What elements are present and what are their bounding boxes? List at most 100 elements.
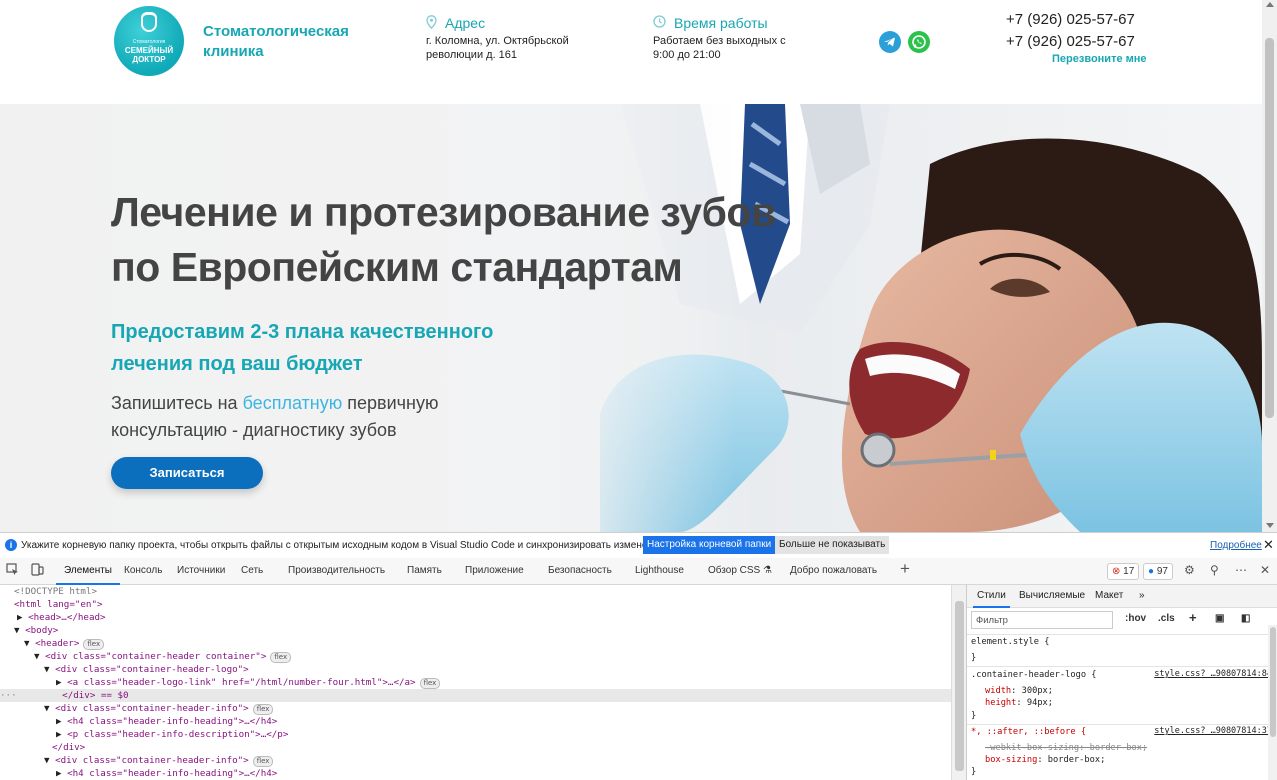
sidebar-toggle-icon[interactable]: ◧ bbox=[1241, 613, 1250, 624]
collapse-arrow-icon[interactable]: ▼ bbox=[14, 625, 20, 636]
class-toggle[interactable]: .cls bbox=[1158, 613, 1175, 624]
dom-node[interactable]: ▼ <div class="container-header-info"> fle… bbox=[44, 754, 274, 767]
expand-arrow-icon[interactable]: ▶ bbox=[17, 612, 23, 623]
dom-node[interactable]: <html lang="en"> bbox=[14, 598, 103, 611]
tab-application[interactable]: Приложение bbox=[465, 558, 524, 583]
page-scrollbar[interactable] bbox=[1262, 0, 1277, 532]
rule-source-link[interactable]: style.css? …90807814:37 bbox=[1154, 726, 1272, 736]
scroll-up-icon[interactable] bbox=[1266, 2, 1274, 7]
expand-arrow-icon[interactable]: ▶ bbox=[56, 716, 62, 727]
page-viewport: Стоматология СЕМЕЙНЫЙ ДОКТОР Стоматологи… bbox=[0, 0, 1277, 532]
more-tabs-icon[interactable]: » bbox=[1139, 585, 1145, 606]
hero-title-line2: по Европейским стандартам bbox=[111, 244, 683, 290]
phone-number-1[interactable]: +7 (926) 025-57-67 bbox=[1006, 11, 1135, 28]
hero-subtitle-line1: Предоставим 2-3 плана качественного bbox=[111, 321, 494, 343]
dom-node[interactable]: ▼ <div class="container-header container… bbox=[34, 650, 292, 663]
tab-welcome[interactable]: Добро пожаловать bbox=[790, 558, 877, 583]
dom-node-selected[interactable]: ··· </div> == $0 bbox=[0, 689, 129, 702]
clinic-logo[interactable]: Стоматология СЕМЕЙНЫЙ ДОКТОР bbox=[114, 6, 184, 76]
tab-computed[interactable]: Вычисляемые bbox=[1019, 585, 1085, 606]
messages-count: 97 bbox=[1156, 566, 1168, 577]
device-toolbar-icon[interactable] bbox=[31, 563, 44, 579]
tab-console[interactable]: Консоль bbox=[124, 558, 162, 583]
collapse-arrow-icon[interactable]: ▼ bbox=[44, 755, 50, 766]
tab-security[interactable]: Безопасность bbox=[548, 558, 612, 583]
flex-badge[interactable]: flex bbox=[419, 678, 441, 689]
dom-node[interactable]: ▶ <head>…</head> bbox=[17, 611, 106, 624]
flex-badge[interactable]: flex bbox=[270, 652, 292, 663]
elements-scrollbar[interactable] bbox=[951, 585, 967, 780]
dom-node[interactable]: ▶ <h4 class="header-info-heading">…</h4> bbox=[56, 767, 277, 780]
learn-more-link[interactable]: Подробнее bbox=[1210, 540, 1262, 551]
flex-badge[interactable]: flex bbox=[252, 756, 274, 767]
rule-close: } bbox=[971, 653, 977, 663]
signup-button[interactable]: Записаться bbox=[111, 457, 263, 489]
rule-selector[interactable]: .container-header-logo { bbox=[971, 669, 1097, 682]
expand-arrow-icon[interactable]: ▶ bbox=[56, 768, 62, 779]
tab-elements[interactable]: Элементы bbox=[56, 558, 120, 585]
close-icon[interactable]: ✕ bbox=[1263, 537, 1274, 553]
dentist-patient-photo bbox=[560, 104, 1262, 532]
page-scrollbar-thumb[interactable] bbox=[1265, 38, 1274, 418]
dom-node[interactable]: </div> bbox=[52, 741, 85, 754]
settings-gear-icon[interactable]: ⚙ bbox=[1184, 563, 1195, 577]
styles-filter-input[interactable]: Фильтр bbox=[971, 611, 1113, 629]
tab-styles[interactable]: Стили bbox=[973, 585, 1010, 608]
elements-scrollbar-thumb[interactable] bbox=[955, 601, 964, 771]
collapse-arrow-icon[interactable]: ▼ bbox=[44, 664, 50, 675]
collapse-arrow-icon[interactable]: ▼ bbox=[24, 638, 30, 649]
logo-line1: СЕМЕЙНЫЙ bbox=[124, 46, 174, 55]
dom-node[interactable]: ▼ <body> bbox=[14, 624, 58, 637]
location-pin-icon bbox=[426, 14, 437, 32]
dom-node[interactable]: ▶ <h4 class="header-info-heading">…</h4> bbox=[56, 715, 277, 728]
telegram-icon[interactable] bbox=[879, 31, 901, 53]
dom-node-text: <div class="container-header-logo"> bbox=[55, 664, 249, 675]
phone-number-2[interactable]: +7 (926) 025-57-67 bbox=[1006, 33, 1135, 50]
customize-icon[interactable]: ⚲ bbox=[1210, 563, 1219, 577]
dom-node[interactable]: <!DOCTYPE html> bbox=[14, 585, 97, 598]
flex-badge[interactable]: flex bbox=[252, 704, 274, 715]
rule-selector[interactable]: *, ::after, ::before { bbox=[971, 726, 1086, 739]
collapse-arrow-icon[interactable]: ▼ bbox=[34, 651, 40, 662]
rule-source-link[interactable]: style.css? …90807814:84 bbox=[1154, 669, 1272, 679]
dont-show-again-button[interactable]: Больше не показывать bbox=[775, 536, 890, 554]
tab-layout[interactable]: Макет bbox=[1095, 585, 1123, 606]
element-style-rule[interactable]: element.style { bbox=[971, 636, 1049, 649]
whatsapp-icon[interactable] bbox=[908, 31, 930, 53]
tab-performance[interactable]: Производительность bbox=[288, 558, 385, 583]
css-declaration[interactable]: box-sizing: border-box; bbox=[985, 754, 1105, 767]
set-root-folder-button[interactable]: Настройка корневой папки bbox=[643, 536, 776, 554]
hover-state-toggle[interactable]: :hov bbox=[1125, 613, 1146, 624]
styles-scrollbar[interactable] bbox=[1268, 625, 1277, 780]
tab-memory[interactable]: Память bbox=[407, 558, 442, 583]
expand-arrow-icon[interactable]: ▶ bbox=[56, 677, 62, 688]
styles-scrollbar-thumb[interactable] bbox=[1270, 627, 1276, 737]
inspect-element-icon[interactable] bbox=[6, 563, 19, 579]
expand-arrow-icon[interactable]: ▶ bbox=[56, 729, 62, 740]
add-tab-icon[interactable]: + bbox=[900, 559, 910, 579]
dom-node[interactable]: ▼ <div class="container-header-info"> fle… bbox=[44, 702, 274, 715]
tab-network[interactable]: Сеть bbox=[241, 558, 263, 583]
tab-lighthouse[interactable]: Lighthouse bbox=[635, 558, 684, 583]
tab-sources[interactable]: Источники bbox=[177, 558, 225, 583]
more-options-icon[interactable]: ⋯ bbox=[1235, 563, 1247, 577]
callback-link[interactable]: Перезвоните мне bbox=[1052, 53, 1147, 65]
collapse-arrow-icon[interactable]: ▼ bbox=[44, 703, 50, 714]
dom-node[interactable]: ▶ <p class="header-info-description">…</… bbox=[56, 728, 288, 741]
close-devtools-icon[interactable]: ✕ bbox=[1260, 563, 1270, 577]
scroll-down-icon[interactable] bbox=[1266, 523, 1274, 528]
dom-node-text: <!DOCTYPE html> bbox=[14, 586, 97, 597]
paint-icon[interactable]: ▣ bbox=[1215, 613, 1224, 624]
new-rule-icon[interactable]: + bbox=[1189, 610, 1197, 625]
dom-node[interactable]: ▼ <header> flex bbox=[24, 637, 105, 650]
dom-node-text: <body> bbox=[25, 625, 59, 636]
rule-selector: element.style { bbox=[971, 637, 1050, 647]
devtools-infobar: i Укажите корневую папку проекта, чтобы … bbox=[0, 532, 1277, 559]
errors-badge[interactable]: ⊗ 17 bbox=[1107, 563, 1140, 580]
flex-badge[interactable]: flex bbox=[83, 639, 105, 650]
messages-badge[interactable]: ● 97 bbox=[1143, 563, 1173, 580]
dom-node[interactable]: ▼ <div class="container-header-logo"> bbox=[44, 663, 249, 676]
tab-css-overview[interactable]: Обзор CSS ⚗ bbox=[708, 558, 772, 583]
dom-node[interactable]: ▶ <a class="header-logo-link" href="/htm… bbox=[56, 676, 441, 689]
css-declaration[interactable]: height: 94px; bbox=[985, 697, 1053, 710]
